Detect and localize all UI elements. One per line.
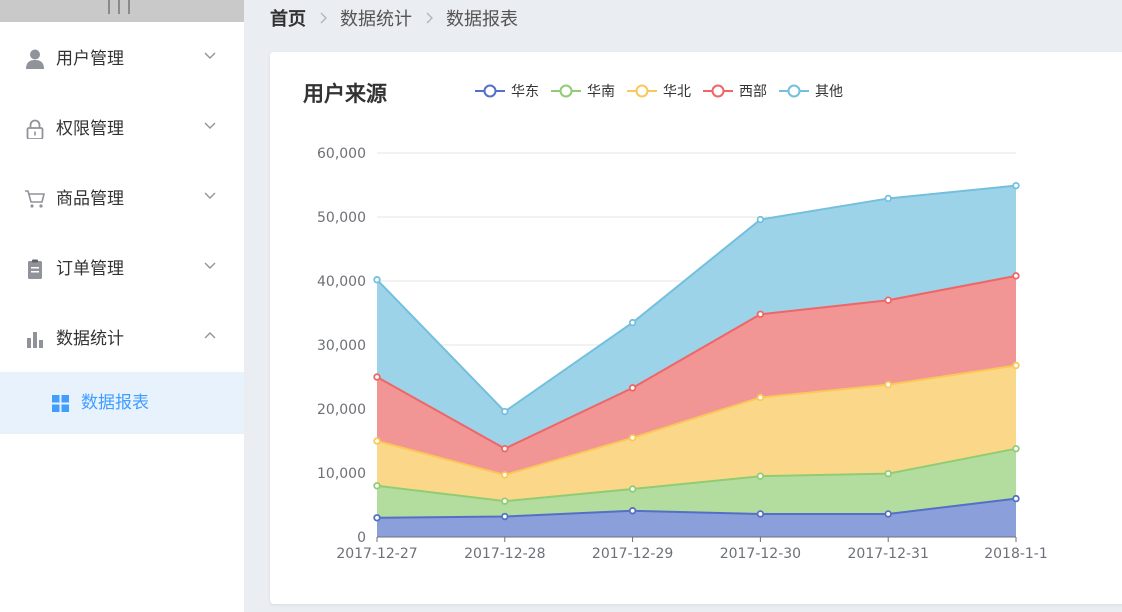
data-point [1012,361,1020,370]
y-tick-label: 40,000 [317,274,366,290]
data-point [628,507,637,515]
y-tick-label: 60,000 [317,146,366,162]
data-point [884,194,892,203]
stacked-area-chart: 0 10,000 20,000 30,000 40,000 50,000 60,000 201… [317,146,1048,562]
x-tick-label: 2017-12-30 [720,546,801,562]
y-tick-label: 30,000 [317,338,366,354]
data-point [884,380,892,389]
data-point [628,485,637,493]
data-point [373,373,381,381]
data-point [628,434,637,442]
data-point [884,510,892,518]
y-tick-label: 20,000 [317,402,366,418]
x-tick-label: 2017-12-27 [336,546,417,562]
data-point [1012,494,1020,503]
data-point [884,296,892,304]
data-point [756,510,765,518]
data-point [1012,272,1020,280]
data-point [1012,181,1020,190]
x-tick-label: 2017-12-29 [592,546,673,562]
data-point [501,471,509,479]
data-point [756,472,765,480]
data-point [373,482,381,490]
data-point [501,407,509,416]
data-point [501,444,509,453]
data-point [501,512,509,521]
y-tick-label: 10,000 [317,466,366,482]
y-tick-label: 0 [357,530,366,546]
data-point [628,384,637,392]
data-point [756,215,765,224]
data-point [628,318,637,327]
data-point [1012,444,1020,453]
data-point [373,276,381,284]
data-point [756,310,765,318]
data-point [884,469,892,478]
x-tick-label: 2017-12-28 [464,546,545,562]
data-point [756,393,765,402]
y-tick-label: 50,000 [317,210,366,226]
data-point [373,514,381,522]
data-point [501,497,509,505]
x-tick-label: 2017-12-31 [848,546,929,562]
data-point [373,437,381,445]
x-tick-label: 2018-1-1 [984,546,1048,562]
